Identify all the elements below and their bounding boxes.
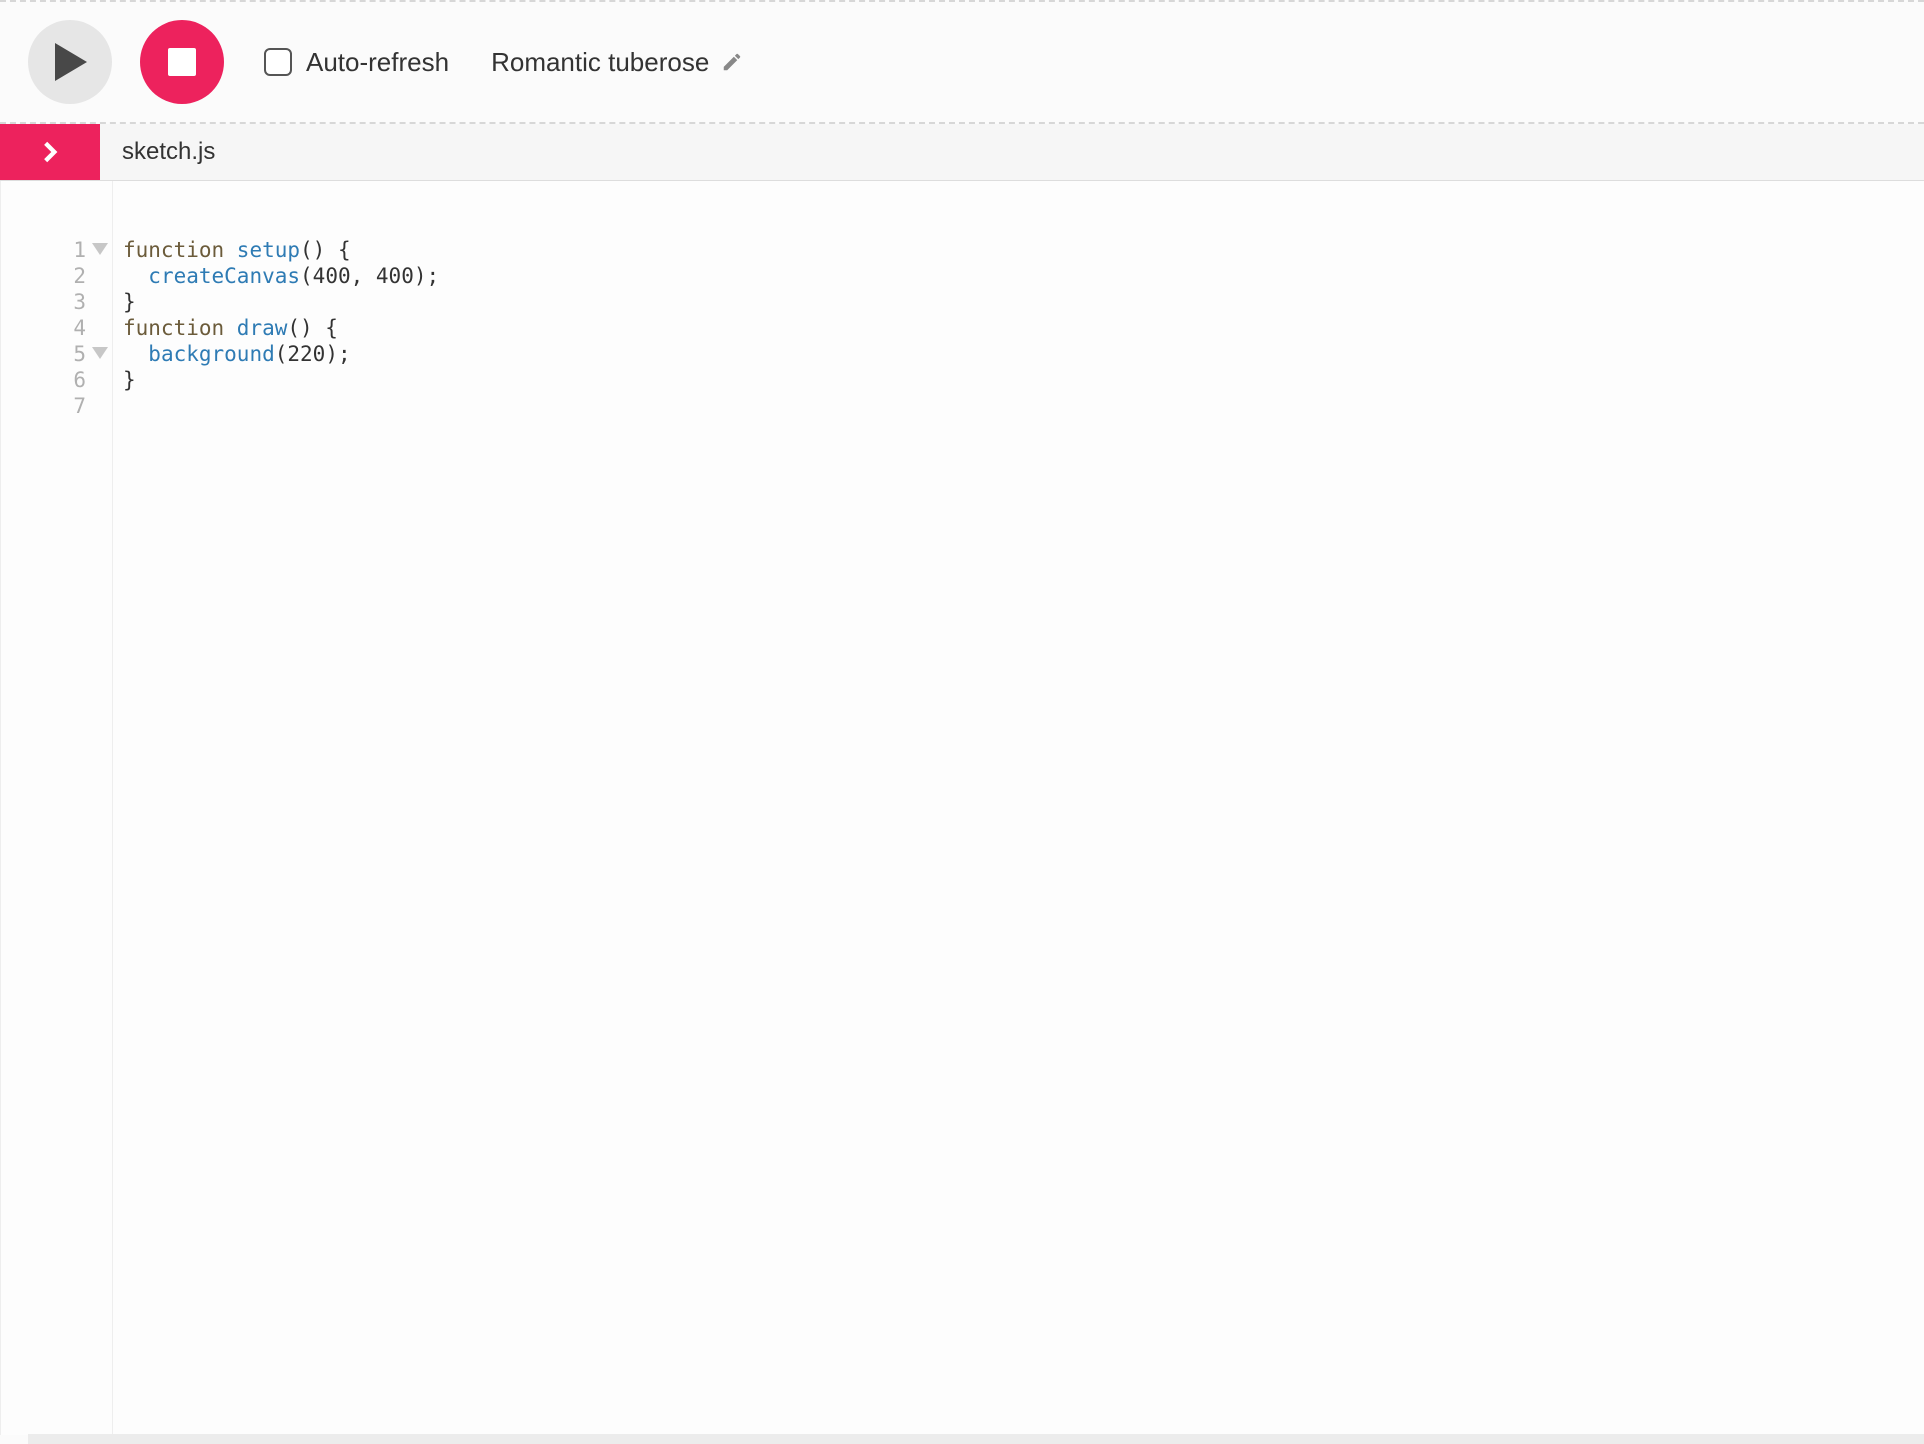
auto-refresh-toggle[interactable]: Auto-refresh <box>264 47 449 78</box>
stop-icon <box>168 48 196 76</box>
line-number: 6 <box>1 367 112 393</box>
sketch-name: Romantic tuberose <box>491 47 709 78</box>
code-editor: 1234567 function setup() { createCanvas(… <box>0 181 1924 1435</box>
play-icon <box>53 43 87 81</box>
sidebar-toggle-button[interactable] <box>0 124 100 180</box>
checkbox-icon <box>264 48 292 76</box>
code-line[interactable]: createCanvas(400, 400); <box>123 263 1924 289</box>
line-number: 1 <box>1 237 112 263</box>
line-number: 3 <box>1 289 112 315</box>
code-line[interactable]: } <box>123 289 1924 315</box>
bottom-scrollbar[interactable] <box>28 1434 1924 1444</box>
toolbar: Auto-refresh Romantic tuberose <box>0 0 1924 124</box>
line-number: 5 <box>1 341 112 367</box>
file-header: sketch.js <box>0 124 1924 181</box>
code-line[interactable]: function draw() { <box>123 315 1924 341</box>
fold-marker-icon[interactable] <box>92 347 108 359</box>
sketch-name-container: Romantic tuberose <box>491 47 743 78</box>
auto-refresh-label: Auto-refresh <box>306 47 449 78</box>
code-line[interactable]: function setup() { <box>123 237 1924 263</box>
code-line[interactable]: } <box>123 367 1924 393</box>
filename-tab[interactable]: sketch.js <box>100 124 1924 180</box>
line-number: 2 <box>1 263 112 289</box>
pencil-icon[interactable] <box>721 51 743 73</box>
line-number: 7 <box>1 393 112 419</box>
fold-marker-icon[interactable] <box>92 243 108 255</box>
chevron-right-icon <box>37 139 63 165</box>
code-area[interactable]: function setup() { createCanvas(400, 400… <box>113 181 1924 1435</box>
code-line[interactable]: background(220); <box>123 341 1924 367</box>
line-number-gutter: 1234567 <box>1 181 113 1435</box>
line-number: 4 <box>1 315 112 341</box>
play-button[interactable] <box>28 20 112 104</box>
filename-label: sketch.js <box>122 138 215 166</box>
stop-button[interactable] <box>140 20 224 104</box>
